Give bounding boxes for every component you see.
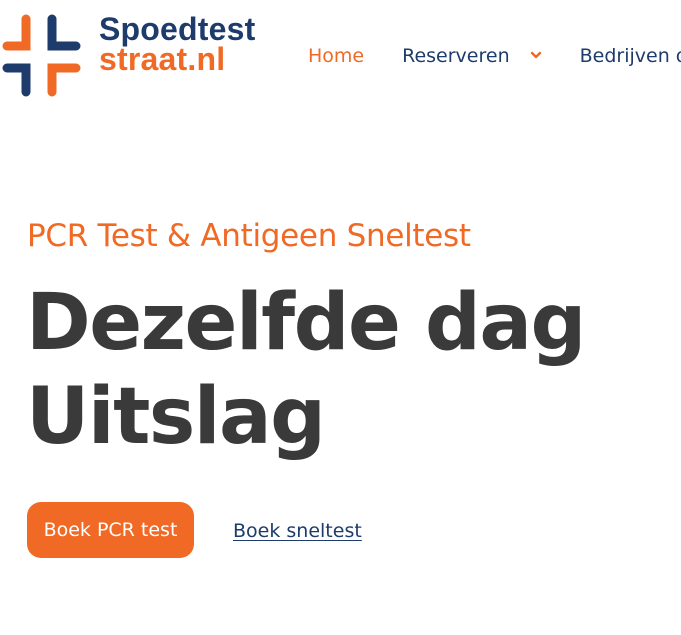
nav-item-bedrijven[interactable]: Bedrijven o: [580, 45, 681, 67]
site-logo[interactable]: Spoedtest straat.nl: [2, 11, 272, 98]
logo-line-1: Spoedtest: [99, 11, 256, 47]
hero-eyebrow: PCR Test & Antigeen Sneltest: [27, 218, 471, 254]
logo-line-2: straat.nl: [99, 41, 226, 77]
headline-line-2: Uitslag: [26, 372, 326, 462]
hero-headline: Dezelfde dag Uitslag: [26, 276, 666, 464]
book-pcr-button[interactable]: Boek PCR test: [27, 502, 194, 558]
nav-item-reserveren[interactable]: Reserveren: [402, 45, 510, 67]
cross-logo-icon: [2, 14, 81, 97]
main-nav: Home Reserveren Bedrijven o: [308, 40, 681, 72]
headline-line-1: Dezelfde dag: [26, 278, 586, 368]
site-header: Spoedtest straat.nl Home Reserveren Bedr…: [0, 0, 681, 110]
nav-item-home[interactable]: Home: [308, 45, 364, 67]
logo-wordmark: Spoedtest straat.nl: [99, 11, 256, 77]
chevron-down-icon[interactable]: [530, 48, 542, 60]
book-sneltest-link[interactable]: Boek sneltest: [233, 520, 362, 542]
